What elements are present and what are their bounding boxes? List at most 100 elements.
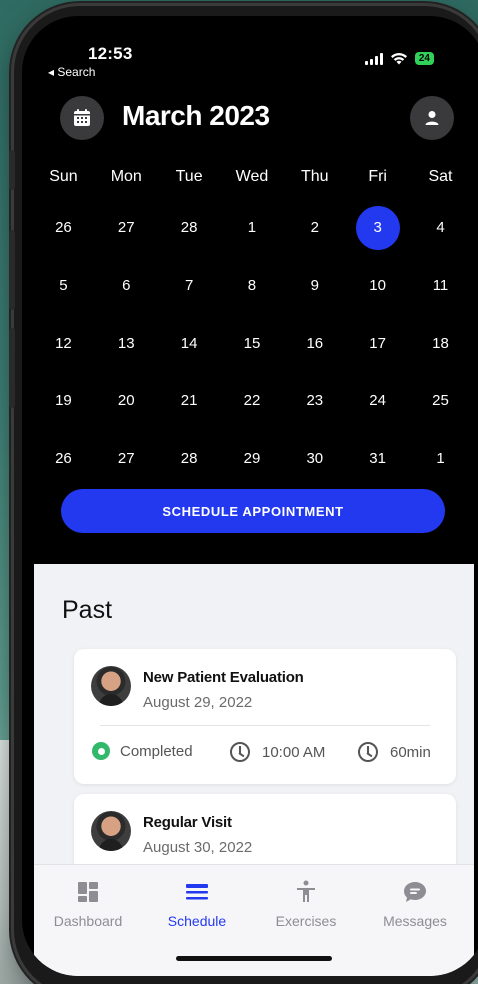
weekday-header-row: Sun Mon Tue Wed Thu Fri Sat	[32, 168, 472, 186]
calendar-day[interactable]: 23	[283, 379, 346, 423]
calendar-day[interactable]: 2	[283, 206, 346, 250]
calendar-day-number: 21	[180, 392, 198, 409]
calendar-day[interactable]: 11	[409, 264, 472, 308]
calendar-day[interactable]: 26	[32, 437, 95, 481]
calendar-day[interactable]: 28	[158, 437, 221, 481]
calendar-day[interactable]: 4	[409, 206, 472, 250]
person-icon	[425, 111, 439, 125]
calendar-day-number: 15	[243, 335, 261, 352]
appointment-title: Regular Visit	[143, 814, 232, 831]
calendar-day[interactable]: 27	[95, 437, 158, 481]
calendar-day[interactable]: 25	[409, 379, 472, 423]
calendar-day-number: 27	[117, 450, 135, 467]
home-indicator	[176, 956, 332, 961]
schedule-appointment-button[interactable]: SCHEDULE APPOINTMENT	[61, 489, 445, 533]
calendar-day-number: 27	[117, 219, 135, 236]
calendar-day[interactable]: 15	[221, 322, 284, 366]
calendar-day-number: 12	[55, 335, 72, 352]
tab-label: Schedule	[167, 913, 227, 929]
calendar-day[interactable]: 20	[95, 379, 158, 423]
calendar-day-number: 20	[117, 392, 135, 409]
calendar-day[interactable]: 5	[32, 264, 95, 308]
back-to-search-link[interactable]: ◂ Search	[48, 65, 95, 79]
cellular-signal-icon	[364, 52, 383, 65]
calendar-day-number: 17	[369, 335, 386, 352]
calendar-day-number: 18	[432, 335, 449, 352]
tab-messages[interactable]: Messages	[365, 879, 465, 929]
calendar-week-row: 26 27 28 1 2 3 4	[32, 206, 472, 250]
weekday-label: Mon	[110, 168, 142, 185]
weekday-label: Thu	[301, 168, 329, 185]
calendar-day[interactable]: 8	[221, 264, 284, 308]
calendar-day[interactable]: 19	[32, 379, 95, 423]
phone-volume-up-button	[9, 230, 15, 310]
calendar-day[interactable]: 1	[221, 206, 284, 250]
calendar-icon	[74, 109, 90, 126]
calendar-day[interactable]: 14	[158, 322, 221, 366]
tab-schedule[interactable]: Schedule	[147, 879, 247, 929]
app-screen: 12:53 ◂ Search 24 March 2023 Sun Mon Tue…	[22, 16, 478, 976]
calendar-day[interactable]: 27	[95, 206, 158, 250]
calendar-day-number: 22	[243, 392, 261, 409]
weekday-label: Sun	[49, 168, 78, 185]
phone-volume-down-button	[9, 328, 15, 408]
calendar-day[interactable]: 30	[283, 437, 346, 481]
appointment-date: August 30, 2022	[143, 839, 253, 856]
calendar-day[interactable]: 28	[158, 206, 221, 250]
tab-label: Messages	[383, 913, 447, 929]
calendar-day[interactable]: 6	[95, 264, 158, 308]
calendar-day[interactable]: 29	[221, 437, 284, 481]
tab-dashboard[interactable]: Dashboard	[38, 879, 138, 929]
calendar-day-number: 13	[117, 335, 135, 352]
month-title: March 2023	[122, 100, 270, 131]
completed-status-icon	[92, 742, 110, 760]
provider-avatar	[91, 666, 131, 706]
appointment-duration-label: 60min	[390, 743, 431, 761]
calendar-day[interactable]: 9	[283, 264, 346, 308]
calendar-week-row: 12 13 14 15 16 17 18	[32, 322, 472, 366]
calendar-day-number: 16	[306, 335, 324, 352]
appointment-time: 10:00 AM	[230, 742, 325, 762]
calendar-day-number: 29	[243, 450, 261, 467]
calendar-day[interactable]: 13	[95, 322, 158, 366]
profile-button[interactable]	[410, 96, 454, 140]
calendar-week-row: 19 20 21 22 23 24 25	[32, 379, 472, 423]
calendar-day-number: 6	[122, 277, 131, 294]
calendar-day-number: 11	[432, 277, 449, 294]
calendar-day-number: 25	[432, 392, 449, 409]
calendar-day[interactable]: 31	[346, 437, 409, 481]
calendar-day[interactable]: 17	[346, 322, 409, 366]
calendar-day[interactable]: 10	[346, 264, 409, 308]
dashboard-icon	[78, 882, 98, 902]
clock-icon	[358, 742, 378, 762]
calendar-day[interactable]: 24	[346, 379, 409, 423]
calendar-day-number: 1	[436, 450, 445, 467]
calendar-day-selected[interactable]: 3	[346, 206, 409, 250]
calendar-day-number: 10	[369, 277, 386, 294]
calendar-day-number: 5	[59, 277, 68, 294]
calendar-day-number: 7	[184, 277, 194, 294]
calendar-day-number: 1	[247, 219, 257, 236]
tab-exercises[interactable]: Exercises	[256, 879, 356, 929]
provider-avatar	[91, 811, 131, 851]
calendar-day[interactable]: 22	[221, 379, 284, 423]
calendar-day[interactable]: 18	[409, 322, 472, 366]
calendar-day-number: 8	[247, 277, 257, 294]
calendar-day[interactable]: 26	[32, 206, 95, 250]
calendar-day-number: 28	[180, 219, 198, 236]
appointment-status: Completed	[92, 742, 193, 760]
chat-icon	[404, 882, 426, 902]
card-divider	[100, 725, 430, 726]
calendar-day-number: 24	[369, 392, 386, 409]
calendar-day[interactable]: 12	[32, 322, 95, 366]
calendar-day[interactable]: 7	[158, 264, 221, 308]
phone-side-button	[9, 150, 15, 190]
calendar-day-number: 26	[55, 219, 72, 236]
calendar-day[interactable]: 16	[283, 322, 346, 366]
calendar-picker-button[interactable]	[60, 96, 104, 140]
calendar-day[interactable]: 21	[158, 379, 221, 423]
calendar-day[interactable]: 1	[409, 437, 472, 481]
tab-label: Exercises	[275, 913, 337, 929]
appointment-card[interactable]: New Patient Evaluation August 29, 2022 C…	[74, 649, 456, 784]
appointment-duration: 60min	[358, 742, 431, 762]
